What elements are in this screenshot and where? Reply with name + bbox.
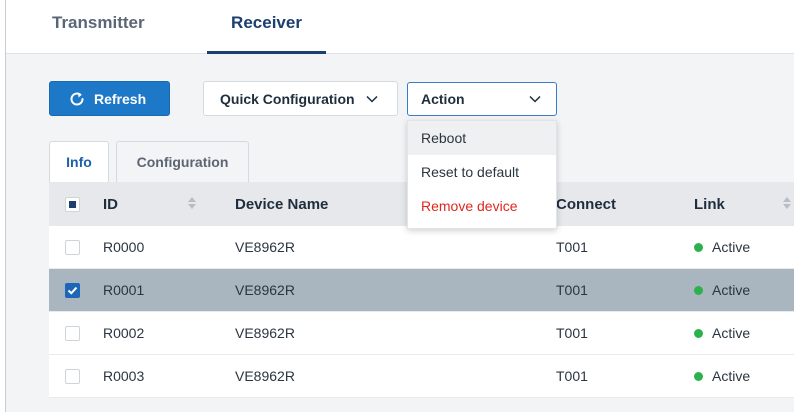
row-checkbox-cell — [65, 269, 80, 311]
status-dot-icon — [694, 371, 703, 381]
select-all-checkbox[interactable] — [65, 196, 80, 212]
row-device-name: VE8962R — [235, 239, 295, 255]
row-link-status: Active — [712, 282, 751, 298]
action-menu: Reboot Reset to default Remove device — [407, 120, 557, 229]
row-checkbox-cell — [65, 226, 80, 268]
row-link: Active — [694, 269, 750, 311]
menu-item-remove-device[interactable]: Remove device — [408, 189, 556, 223]
header-link[interactable]: Link — [694, 182, 725, 226]
refresh-button[interactable]: Refresh — [49, 81, 170, 116]
checkmark-icon — [67, 286, 78, 295]
row-link: Active — [694, 355, 750, 397]
row-link-status: Active — [712, 239, 751, 255]
tab-configuration[interactable]: Configuration — [116, 141, 249, 182]
menu-item-reboot[interactable]: Reboot — [408, 121, 556, 155]
action-dropdown[interactable]: Action — [407, 82, 557, 116]
row-id: R0002 — [103, 325, 145, 341]
chevron-down-icon — [366, 95, 378, 103]
tab-transmitter[interactable]: Transmitter — [52, 0, 145, 54]
row-link: Active — [694, 312, 750, 354]
app-frame: Transmitter Receiver Refresh Quick Confi… — [5, 0, 794, 412]
header-device-name: Device Name — [235, 195, 329, 213]
row-link-status: Active — [712, 325, 751, 341]
quick-configuration-dropdown[interactable]: Quick Configuration — [203, 81, 398, 116]
header-id[interactable]: ID — [103, 182, 118, 226]
row-connect: T001 — [556, 282, 588, 298]
status-dot-icon — [694, 328, 703, 338]
row-link: Active — [694, 226, 750, 268]
row-checkbox[interactable] — [65, 368, 80, 384]
chevron-down-icon — [529, 95, 541, 103]
row-connect: T001 — [556, 325, 588, 341]
table-row[interactable]: R0001 VE8962R T001 Active — [49, 269, 794, 312]
action-label: Action — [421, 91, 465, 107]
row-id: R0003 — [103, 368, 145, 384]
row-link-status: Active — [712, 368, 751, 384]
row-checkbox[interactable] — [65, 325, 80, 341]
refresh-label: Refresh — [94, 90, 147, 107]
table-row[interactable]: R0000 VE8962R T001 Active — [49, 226, 794, 269]
select-all-cell — [65, 182, 80, 226]
status-dot-icon — [694, 285, 703, 295]
row-id: R0000 — [103, 239, 145, 255]
quick-configuration-label: Quick Configuration — [220, 90, 355, 107]
sort-icon[interactable] — [783, 196, 791, 210]
row-device-name: VE8962R — [235, 368, 295, 384]
row-device-name: VE8962R — [235, 282, 295, 298]
row-connect: T001 — [556, 239, 588, 255]
table-row[interactable]: R0003 VE8962R T001 Active — [49, 355, 794, 398]
row-id: R0001 — [103, 282, 145, 298]
tab-info[interactable]: Info — [49, 141, 109, 182]
row-checkbox[interactable] — [65, 282, 80, 298]
table-row[interactable]: R0002 VE8962R T001 Active — [49, 312, 794, 355]
row-checkbox[interactable] — [65, 239, 80, 255]
menu-item-reset-to-default[interactable]: Reset to default — [408, 155, 556, 189]
top-tab-bar: Transmitter Receiver — [6, 0, 794, 54]
header-connect: Connect — [556, 195, 616, 213]
row-checkbox-cell — [65, 355, 80, 397]
tab-receiver[interactable]: Receiver — [207, 0, 326, 54]
row-device-name: VE8962R — [235, 325, 295, 341]
row-connect: T001 — [556, 368, 588, 384]
refresh-icon — [70, 91, 84, 105]
row-checkbox-cell — [65, 312, 80, 354]
sort-icon[interactable] — [188, 196, 196, 210]
status-dot-icon — [694, 242, 703, 252]
